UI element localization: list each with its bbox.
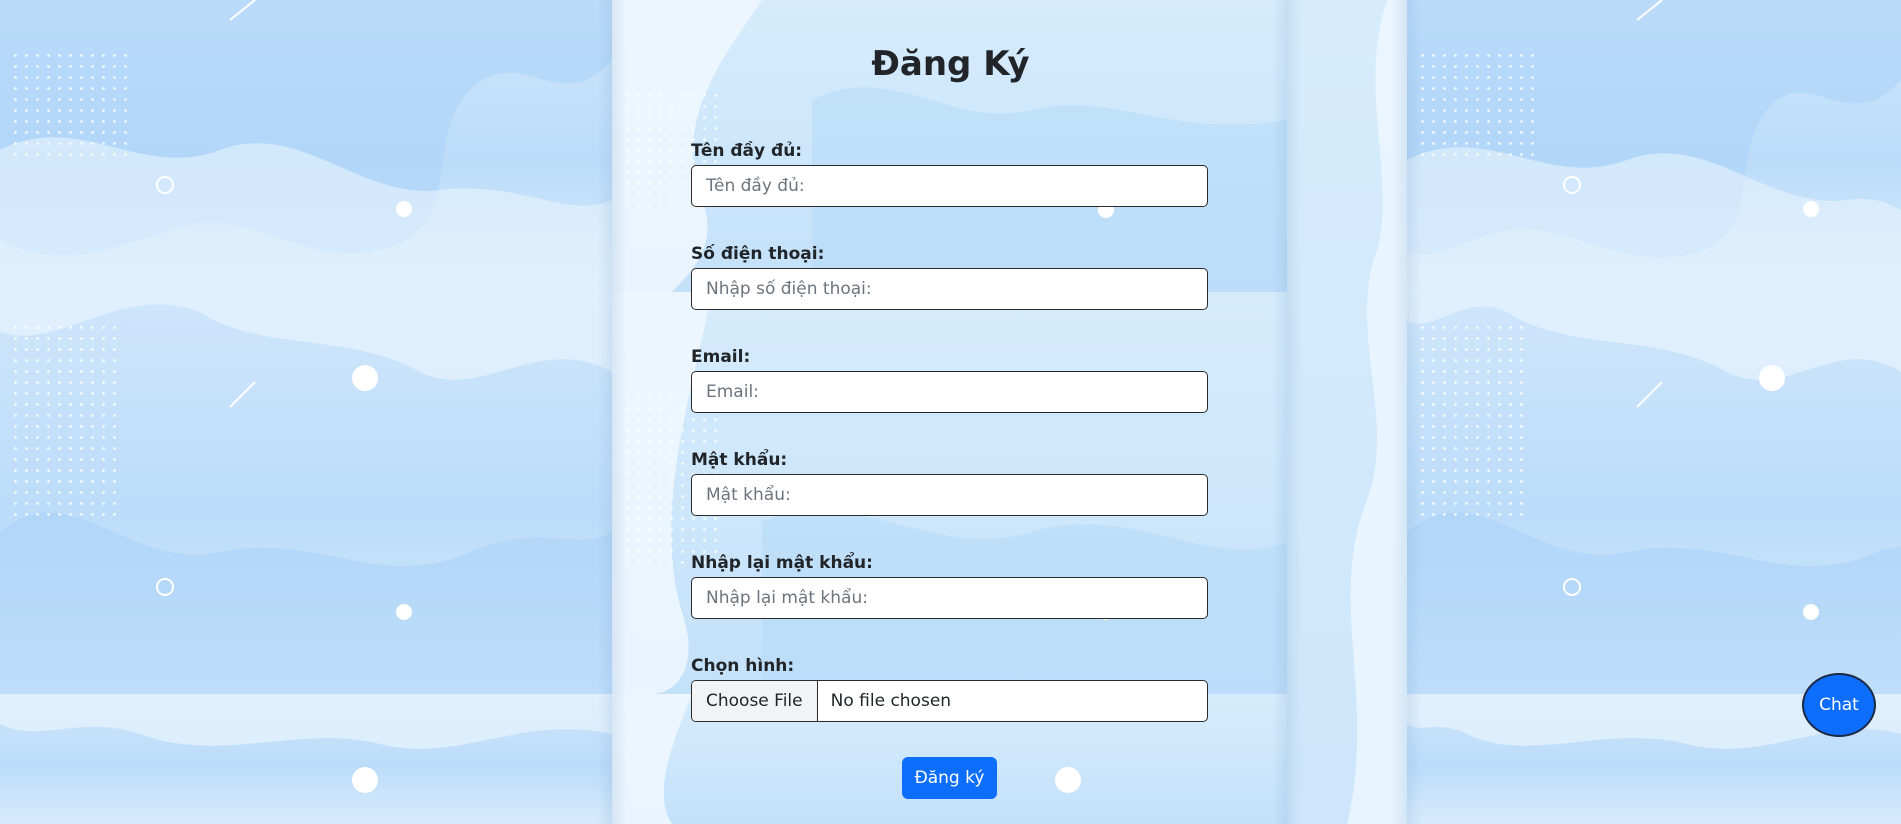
- file-input[interactable]: Choose File No file chosen: [691, 680, 1208, 722]
- full-name-label: Tên đầy đủ:: [691, 141, 803, 161]
- email-group: Email:: [691, 345, 1208, 413]
- confirm-password-group: Nhập lại mật khẩu:: [691, 551, 1208, 619]
- email-label: Email:: [691, 347, 751, 367]
- register-page: Đăng Ký Tên đầy đủ: Số điện thoại: Email…: [0, 0, 1901, 824]
- email-input[interactable]: [691, 371, 1208, 413]
- chat-button[interactable]: Chat: [1802, 673, 1876, 737]
- full-name-input[interactable]: [691, 165, 1208, 207]
- image-upload-label: Chọn hình:: [691, 656, 795, 676]
- phone-input[interactable]: [691, 268, 1208, 310]
- full-name-group: Tên đầy đủ:: [691, 139, 1208, 207]
- password-label: Mật khẩu:: [691, 450, 788, 470]
- phone-group: Số điện thoại:: [691, 242, 1208, 310]
- page-title: Đăng Ký: [871, 44, 1030, 84]
- phone-label: Số điện thoại:: [691, 244, 825, 264]
- password-group: Mật khẩu:: [691, 448, 1208, 516]
- register-submit-button[interactable]: Đăng ký: [902, 757, 997, 799]
- image-upload-group: Chọn hình: Choose File No file chosen: [691, 654, 1208, 722]
- choose-file-button[interactable]: Choose File: [692, 681, 818, 721]
- confirm-password-input[interactable]: [691, 577, 1208, 619]
- password-input[interactable]: [691, 474, 1208, 516]
- file-status-text: No file chosen: [830, 691, 952, 711]
- confirm-password-label: Nhập lại mật khẩu:: [691, 553, 873, 573]
